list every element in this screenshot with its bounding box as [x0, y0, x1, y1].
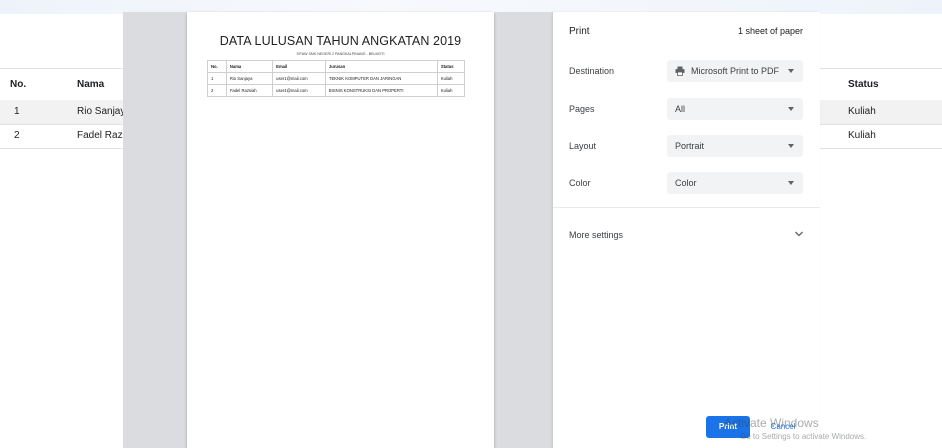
destination-label: Destination — [569, 66, 615, 76]
preview-cell: Rio Sanjaya — [225, 72, 274, 85]
color-value: Color — [675, 178, 697, 188]
preview-header-row: No. Nama Email Jurusan Status — [207, 60, 466, 73]
preview-cell: Kuliah — [436, 84, 466, 97]
print-preview-area[interactable]: DATA LULUSAN TAHUN ANGKATAN 2019 SITAW S… — [123, 12, 553, 448]
more-settings-toggle[interactable]: More settings — [569, 230, 623, 240]
destination-row: Destination Microsoft Print to PDF — [553, 60, 820, 84]
preview-row: 2 Fadel Razsiah user4@mail.com BISNIS KO… — [207, 84, 466, 97]
preview-cell: 1 — [207, 72, 227, 85]
settings-divider — [553, 207, 820, 208]
preview-page: DATA LULUSAN TAHUN ANGKATAN 2019 SITAW S… — [187, 12, 494, 448]
layout-row: Layout Portrait — [553, 135, 820, 159]
preview-cell: Kuliah — [436, 72, 466, 85]
preview-header-cell: Email — [272, 60, 326, 73]
print-settings-panel: Print 1 sheet of paper Destination Micro… — [553, 12, 820, 448]
preview-subtitle: SITAW SMK NEGERI 2 PANGKALPINANG - BELMO… — [296, 52, 385, 56]
cell-no: 2 — [14, 130, 20, 141]
print-dialog-title: Print — [569, 26, 590, 37]
color-select[interactable]: Color — [667, 172, 803, 194]
header-status: Status — [848, 79, 879, 90]
destination-value: Microsoft Print to PDF — [691, 66, 780, 76]
printer-icon — [675, 66, 685, 76]
pages-row: Pages All — [553, 98, 820, 122]
preview-cell: Fadel Razsiah — [225, 84, 274, 97]
activation-watermark-title: Activate Windows — [724, 416, 819, 430]
pages-label: Pages — [569, 104, 595, 114]
preview-header-cell: Status — [436, 60, 466, 73]
layout-value: Portrait — [675, 141, 705, 151]
layout-select[interactable]: Portrait — [667, 135, 803, 157]
preview-cell: user1@mail.com — [272, 72, 326, 85]
preview-cell: TEKNIK KOMPUTER DAN JARINGAN — [324, 72, 438, 85]
destination-select[interactable]: Microsoft Print to PDF — [667, 60, 803, 82]
layout-label: Layout — [569, 141, 597, 151]
preview-header-cell: Jurusan — [324, 60, 438, 73]
cell-no: 1 — [14, 106, 20, 117]
preview-cell: user4@mail.com — [272, 84, 326, 97]
sheet-count: 1 sheet of paper — [737, 26, 803, 36]
header-nama: Nama — [77, 79, 105, 90]
dropdown-caret-icon — [788, 69, 794, 73]
cell-status: Kuliah — [848, 130, 876, 141]
preview-cell: 2 — [207, 84, 227, 97]
chevron-down-icon[interactable] — [794, 230, 804, 238]
activation-watermark-subtitle: Go to Settings to activate Windows. — [740, 432, 867, 441]
preview-header-cell: No. — [207, 60, 227, 73]
dropdown-caret-icon — [788, 107, 794, 111]
dropdown-caret-icon — [788, 144, 794, 148]
preview-table: No. Nama Email Jurusan Status 1 Rio Sanj… — [207, 60, 466, 97]
dropdown-caret-icon — [788, 181, 794, 185]
color-label: Color — [569, 178, 591, 188]
cell-nama: Fadel Razs — [77, 130, 128, 141]
preview-cell: BISNIS KONSTRUKSI DAN PROPERTI — [324, 84, 438, 97]
pages-value: All — [675, 104, 686, 114]
preview-header-cell: Nama — [225, 60, 274, 73]
pages-select[interactable]: All — [667, 98, 803, 120]
preview-title: DATA LULUSAN TAHUN ANGKATAN 2019 — [219, 34, 462, 48]
preview-row: 1 Rio Sanjaya user1@mail.com TEKNIK KOMP… — [207, 72, 466, 85]
header-no: No. — [10, 79, 27, 90]
color-row: Color Color — [553, 172, 820, 196]
cell-status: Kuliah — [848, 106, 876, 117]
